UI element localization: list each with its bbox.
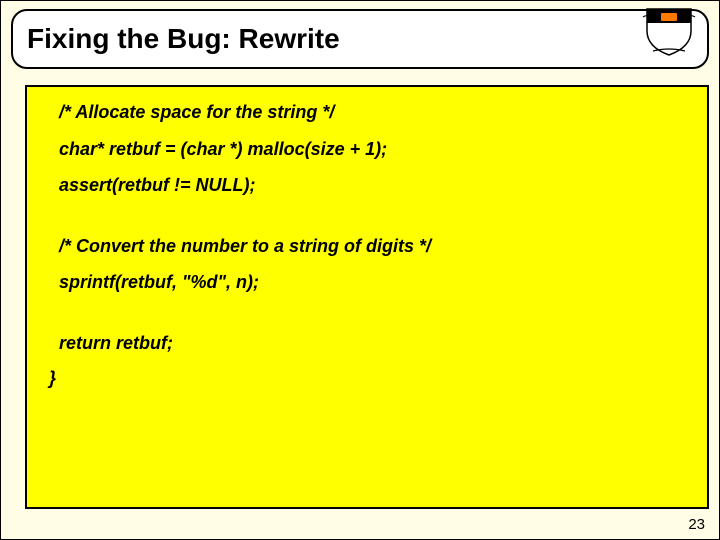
code-malloc-line: char* retbuf = (char *) malloc(size + 1)…: [49, 138, 685, 161]
code-block: /* Allocate space for the string */ char…: [25, 85, 709, 509]
code-sprintf-line: sprintf(retbuf, "%d", n);: [49, 271, 685, 294]
page-number: 23: [688, 516, 705, 533]
title-bar: Fixing the Bug: Rewrite: [11, 9, 709, 69]
slide-title: Fixing the Bug: Rewrite: [27, 23, 340, 55]
code-comment-convert: /* Convert the number to a string of dig…: [49, 235, 685, 258]
princeton-shield-logo: [641, 7, 697, 57]
slide: Fixing the Bug: Rewrite /* Allocate spac…: [0, 0, 720, 540]
code-assert-line: assert(retbuf != NULL);: [49, 174, 685, 197]
blank-line: [49, 308, 685, 332]
code-closing-brace: }: [49, 368, 685, 389]
code-return-line: return retbuf;: [49, 332, 685, 355]
blank-line: [49, 211, 685, 235]
code-comment-allocate: /* Allocate space for the string */: [49, 101, 685, 124]
